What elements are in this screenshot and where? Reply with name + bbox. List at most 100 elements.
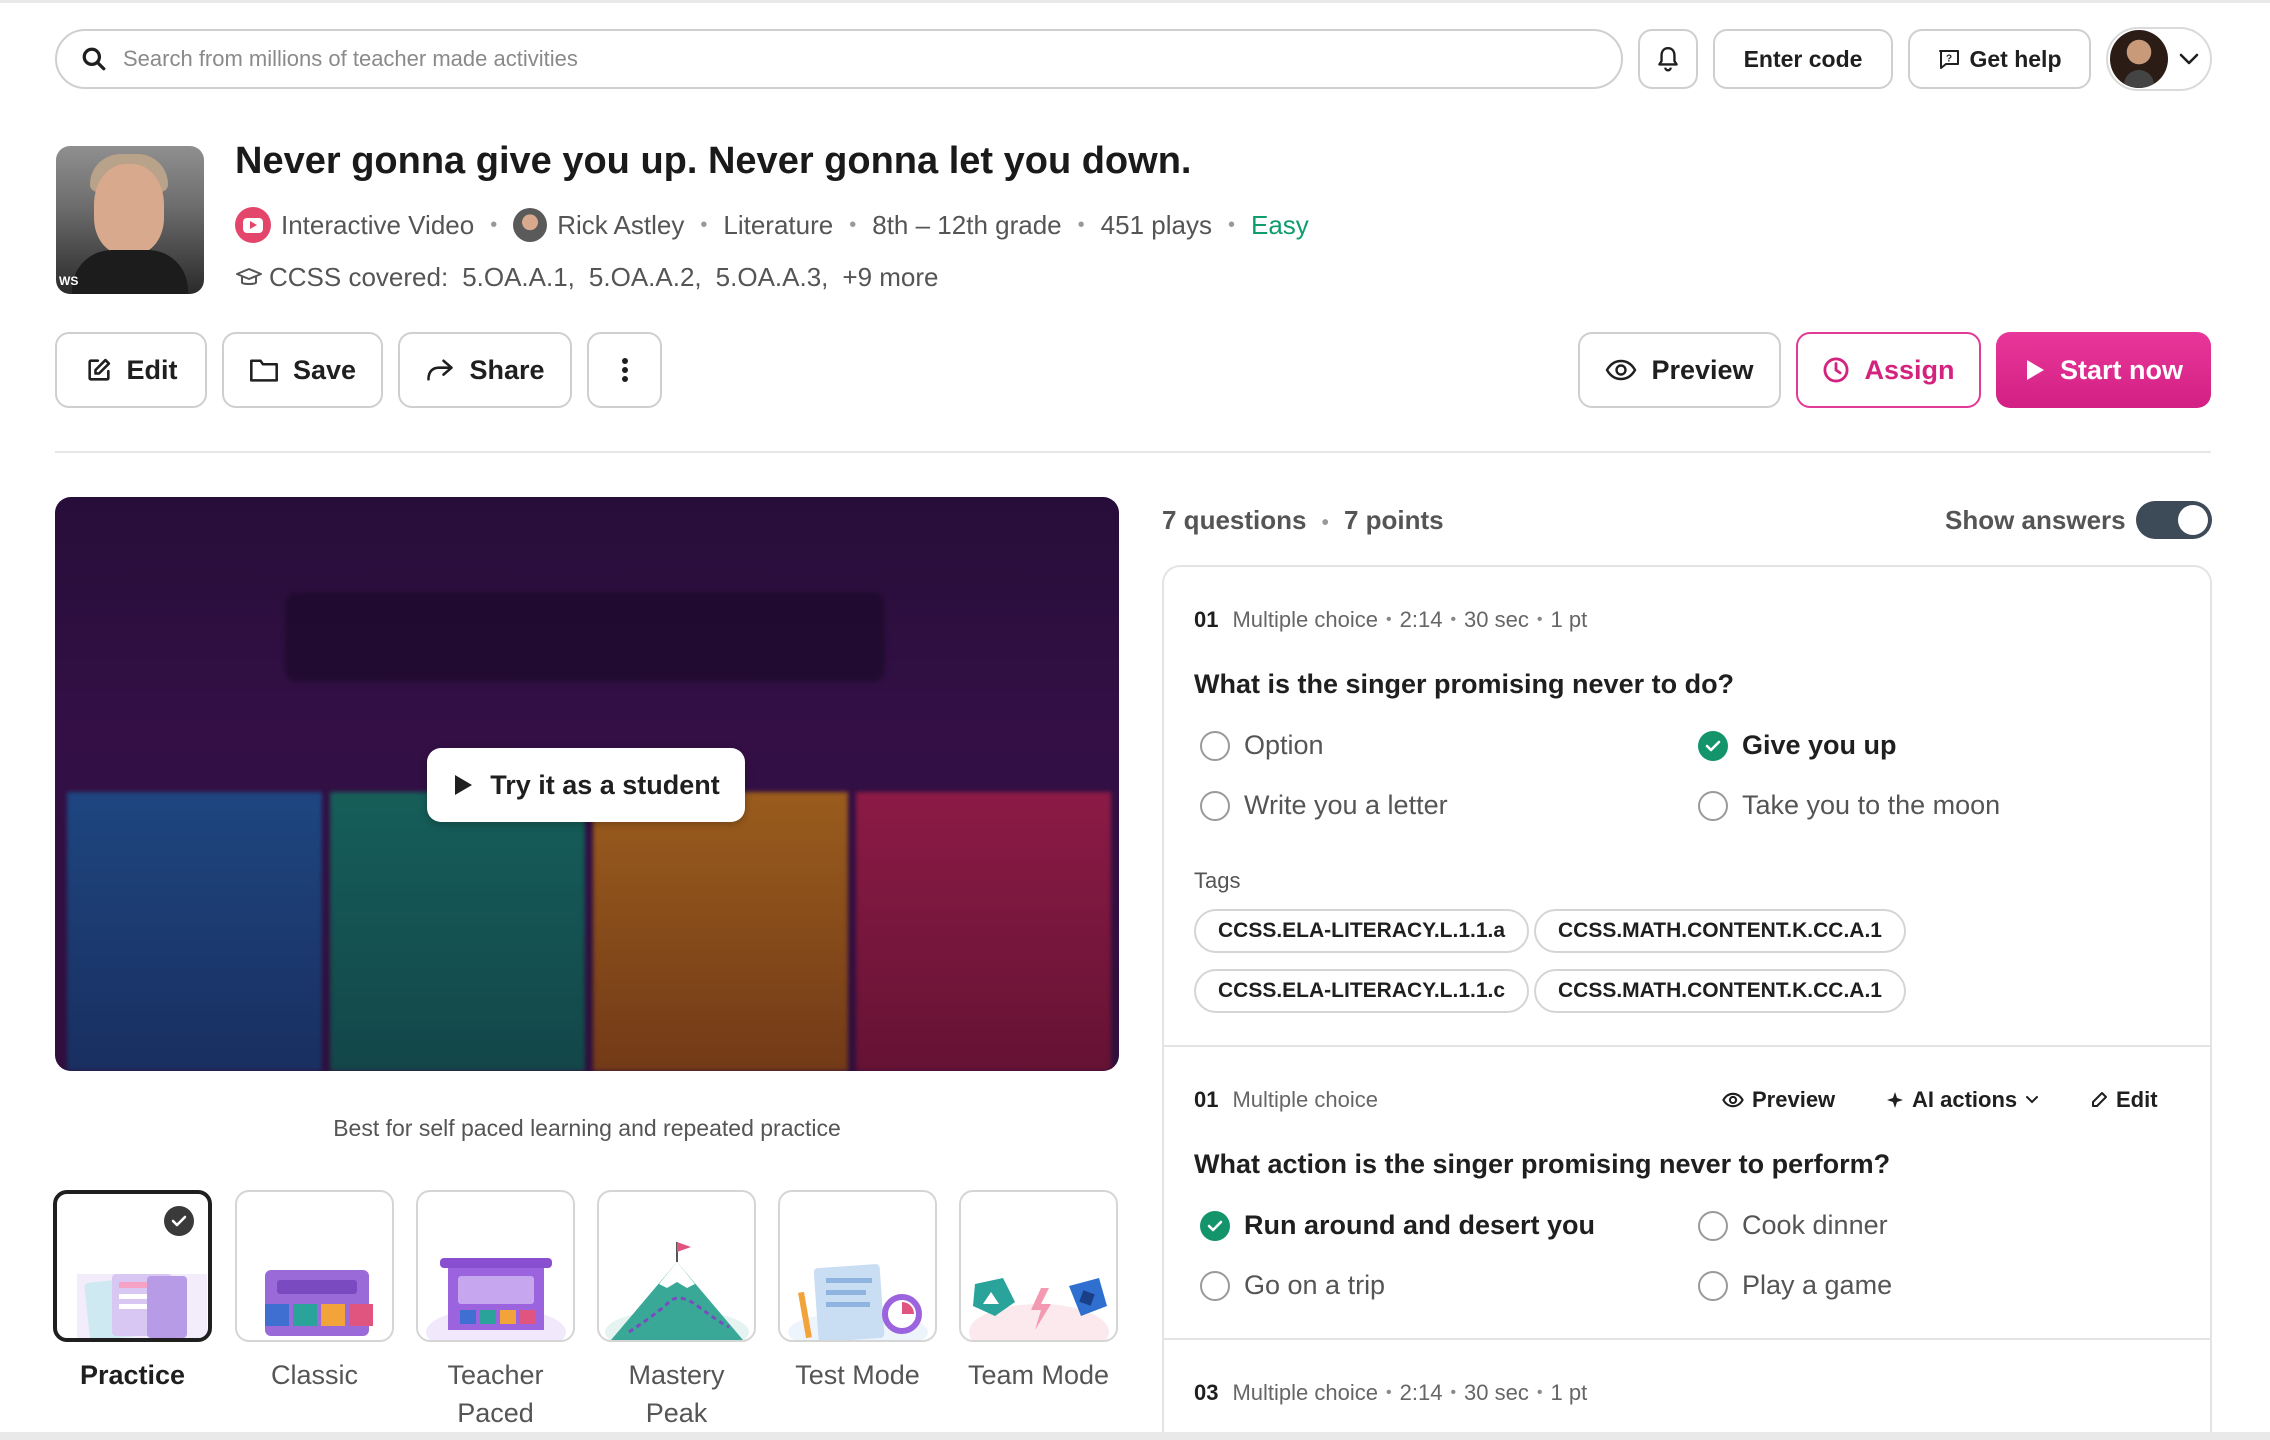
question-edit-button[interactable]: Edit (2090, 1087, 2158, 1113)
help-icon: ? (1939, 50, 1960, 69)
mode-teacher-paced[interactable]: Teacher Paced (416, 1190, 575, 1432)
selected-check-icon (164, 1206, 194, 1236)
ccss-label: CCSS covered: (269, 262, 449, 292)
share-button[interactable]: Share (398, 332, 572, 408)
assign-button[interactable]: Assign (1796, 332, 1981, 408)
mode-label: Team Mode (967, 1360, 1110, 1390)
search-bar[interactable] (55, 29, 1623, 89)
graduation-cap-icon (236, 267, 262, 285)
question-text: What is the singer promising never to do… (1194, 669, 1735, 699)
folder-icon (250, 359, 278, 382)
mode-label: Mastery Peak (628, 1360, 725, 1428)
show-answers-label: Show answers (1945, 505, 2126, 535)
thumbnail-badge: WS (59, 274, 79, 288)
test-mode-illustration (788, 1264, 928, 1340)
question-timestamp: 2:14 (1399, 607, 1443, 632)
points-total: 7 points (1343, 505, 1444, 535)
separator-dot: • (1386, 1384, 1392, 1401)
activity-meta: Interactive Video • Rick Astley • Litera… (235, 205, 1309, 245)
question-card[interactable]: 01 Multiple choice • 2:14 • 30 sec • 1 p… (1164, 567, 2210, 1047)
eye-icon (1722, 1092, 1744, 1108)
thumbnail-body (72, 250, 188, 294)
show-answers-toggle[interactable] (2136, 501, 2212, 539)
answer-option-label: Play a game (1742, 1270, 1893, 1300)
question-card[interactable]: 03 Multiple choice • 2:14 • 30 sec • 1 p… (1164, 1340, 2210, 1440)
ccss-standard: 5.OA.A.2, (588, 262, 702, 292)
sparkle-icon (1887, 1092, 1903, 1108)
try-as-student-button[interactable]: Try it as a student (427, 748, 745, 822)
mode-card (778, 1190, 937, 1342)
question-count: 7 questions (1162, 505, 1307, 535)
notifications-button[interactable] (1638, 29, 1698, 89)
mode-practice[interactable]: Practice (53, 1190, 212, 1394)
mode-team-mode[interactable]: Team Mode (959, 1190, 1118, 1394)
radio-empty-icon (1698, 790, 1728, 821)
answer-option: Play a game (1698, 1270, 1892, 1301)
question-preview-button[interactable]: Preview (1722, 1087, 1835, 1113)
start-now-button[interactable]: Start now (1996, 332, 2211, 408)
assign-label: Assign (1864, 354, 1955, 385)
radio-empty-icon (1200, 1270, 1230, 1301)
separator-dot: • (849, 213, 857, 236)
search-input[interactable] (123, 46, 1423, 72)
more-vertical-icon (621, 358, 628, 382)
author-name[interactable]: Rick Astley (557, 210, 684, 241)
ccss-more-link[interactable]: +9 more (842, 262, 938, 293)
question-card[interactable]: 01 Multiple choice Preview AI actions Ed… (1164, 1047, 2210, 1340)
bottom-edge (0, 1432, 2270, 1440)
enter-code-button[interactable]: Enter code (1713, 29, 1893, 89)
search-icon (82, 47, 106, 71)
separator-dot: • (1321, 512, 1329, 534)
mode-mastery-peak[interactable]: Mastery Peak (597, 1190, 756, 1432)
chevron-down-icon (2026, 1096, 2039, 1104)
answer-option-label: Run around and desert you (1244, 1210, 1596, 1240)
question-duration: 30 sec (1464, 607, 1529, 632)
account-menu[interactable] (2106, 27, 2212, 91)
preview-button[interactable]: Preview (1578, 332, 1781, 408)
answer-option: Go on a trip (1200, 1270, 1385, 1301)
tag-chip[interactable]: CCSS.ELA-LITERACY.L.1.1.a (1194, 909, 1530, 953)
save-button[interactable]: Save (222, 332, 383, 408)
page-title: Never gonna give you up. Never gonna let… (235, 140, 1192, 182)
clock-icon (1824, 357, 1849, 383)
mode-test-mode[interactable]: Test Mode (778, 1190, 937, 1394)
more-options-button[interactable] (587, 332, 662, 408)
answer-option-label: Take you to the moon (1742, 790, 2001, 820)
question-timestamp: 2:14 (1399, 1380, 1443, 1405)
teacher-paced-illustration (426, 1258, 566, 1340)
questions-panel: 01 Multiple choice • 2:14 • 30 sec • 1 p… (1162, 565, 2212, 1440)
tags-label: Tags (1194, 868, 1241, 893)
separator-dot: • (1536, 611, 1543, 628)
share-label: Share (469, 354, 545, 385)
author-avatar (513, 208, 548, 242)
edit-button[interactable]: Edit (55, 332, 207, 408)
thumbnail-face (94, 164, 164, 254)
eye-icon (1606, 359, 1637, 381)
video-icon (235, 207, 271, 243)
get-help-button[interactable]: ? Get help (1908, 29, 2091, 89)
pencil-icon (2092, 1092, 2107, 1107)
get-help-label: Get help (1969, 45, 2062, 72)
try-as-student-label: Try it as a student (490, 769, 720, 800)
mode-classic[interactable]: Classic (235, 1190, 394, 1394)
team-mode-illustration (969, 1278, 1109, 1340)
radio-empty-icon (1200, 790, 1230, 821)
question-preview-label: Preview (1752, 1087, 1836, 1112)
question-header: 01 Multiple choice • 2:14 • 30 sec • 1 p… (1194, 607, 1587, 633)
tag-chip[interactable]: CCSS.MATH.CONTENT.K.CC.A.1 (1534, 969, 1906, 1013)
ai-actions-dropdown[interactable]: AI actions (1886, 1087, 2039, 1113)
mode-caption: Best for self paced learning and repeate… (333, 1115, 841, 1141)
save-label: Save (292, 354, 357, 385)
answer-option-label: Write you a letter (1244, 790, 1448, 820)
edit-label: Edit (126, 354, 178, 385)
answer-option: Option (1200, 730, 1324, 761)
tag-chip[interactable]: CCSS.ELA-LITERACY.L.1.1.c (1194, 969, 1530, 1013)
questions-summary: 7 questions • 7 points (1162, 505, 1444, 536)
activity-type: Interactive Video (281, 209, 475, 240)
question-type: Multiple choice (1232, 1087, 1378, 1112)
mode-label: Teacher Paced (447, 1360, 544, 1428)
ai-actions-label: AI actions (1912, 1087, 2018, 1112)
bell-icon (1658, 47, 1678, 72)
question-number: 01 (1194, 607, 1219, 632)
tag-chip[interactable]: CCSS.MATH.CONTENT.K.CC.A.1 (1534, 909, 1906, 953)
